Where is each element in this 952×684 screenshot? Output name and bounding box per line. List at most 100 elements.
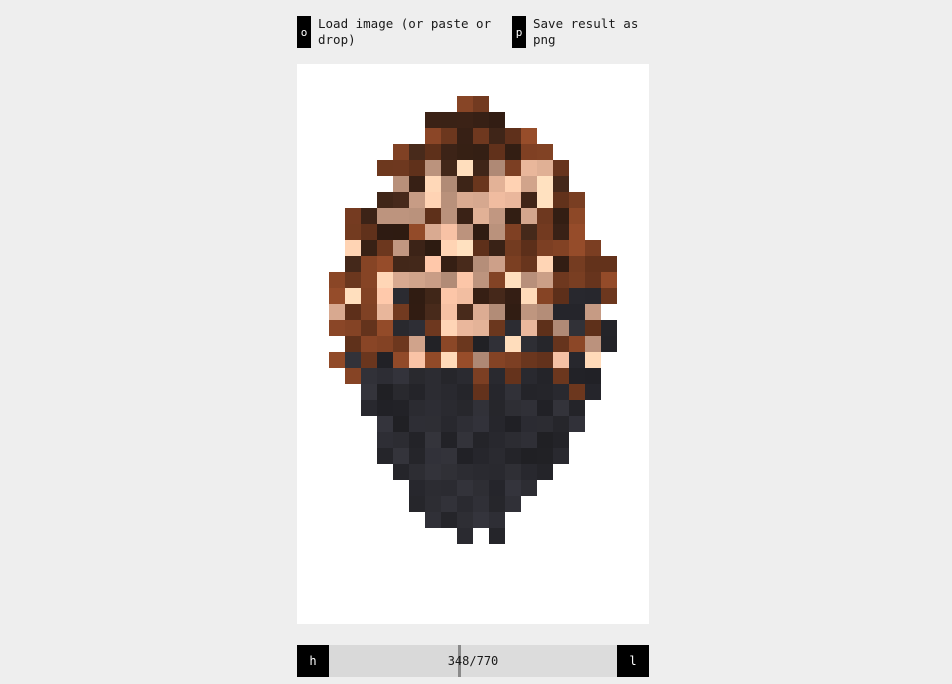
mosaic-tile [345, 320, 361, 336]
mosaic-tile [457, 512, 473, 528]
mosaic-tile [489, 352, 505, 368]
mosaic-tile [393, 176, 409, 192]
mosaic-tile [441, 320, 457, 336]
mosaic-tile [361, 304, 377, 320]
save-png-button[interactable]: p Save result as png [512, 16, 649, 48]
mosaic-tile [441, 480, 457, 496]
mosaic-tile [377, 224, 393, 240]
mosaic-tile [521, 368, 537, 384]
mosaic-tile [489, 272, 505, 288]
mosaic-tile [505, 128, 521, 144]
mosaic-tile [361, 336, 377, 352]
mosaic-tile [585, 256, 601, 272]
mosaic-tile [409, 304, 425, 320]
mosaic-tile [473, 496, 489, 512]
mosaic-tile [441, 384, 457, 400]
mosaic-tile [457, 144, 473, 160]
toolbar: o Load image (or paste or drop) p Save r… [297, 16, 649, 48]
mosaic-tile [505, 384, 521, 400]
mosaic-tile [489, 384, 505, 400]
mosaic-tile [553, 320, 569, 336]
mosaic-tile [505, 352, 521, 368]
mosaic-tile [569, 400, 585, 416]
previous-frame-button[interactable]: h [297, 645, 329, 677]
slider-handle[interactable] [458, 645, 461, 677]
mosaic-tile [521, 272, 537, 288]
mosaic-tile [521, 208, 537, 224]
mosaic-tile [473, 288, 489, 304]
mosaic-tile [505, 400, 521, 416]
mosaic-tile [425, 112, 441, 128]
mosaic-tile [377, 368, 393, 384]
mosaic-tile [521, 320, 537, 336]
mosaic-tile [473, 432, 489, 448]
mosaic-tile [489, 144, 505, 160]
mosaic-tile [489, 112, 505, 128]
mosaic-tile [601, 320, 617, 336]
mosaic-tile [441, 208, 457, 224]
mosaic-tile [425, 400, 441, 416]
mosaic-tile [361, 256, 377, 272]
mosaic-tile [425, 448, 441, 464]
mosaic-tile [521, 176, 537, 192]
mosaic-tile [585, 336, 601, 352]
mosaic-tile [537, 256, 553, 272]
load-image-button[interactable]: o Load image (or paste or drop) [297, 16, 497, 48]
mosaic-tile [393, 416, 409, 432]
mosaic-tile [473, 384, 489, 400]
mosaic-tile [585, 288, 601, 304]
mosaic-tile [457, 96, 473, 112]
mosaic-tile [521, 304, 537, 320]
mosaic-tile [553, 352, 569, 368]
mosaic-tile [441, 432, 457, 448]
mosaic-tile [409, 336, 425, 352]
mosaic-tile [473, 160, 489, 176]
mosaic-tile [457, 448, 473, 464]
mosaic-tile [505, 272, 521, 288]
mosaic-tile [377, 336, 393, 352]
frame-slider[interactable]: 348/770 [329, 645, 617, 677]
mosaic-tile [361, 368, 377, 384]
mosaic-tile [377, 304, 393, 320]
mosaic-tile [489, 208, 505, 224]
mosaic-tile [505, 320, 521, 336]
mosaic-tile [569, 416, 585, 432]
mosaic-tile [489, 128, 505, 144]
mosaic-tile [505, 240, 521, 256]
mosaic-tile [393, 336, 409, 352]
mosaic-tile [569, 208, 585, 224]
load-image-label: Load image (or paste or drop) [318, 16, 492, 47]
mosaic-tile [457, 272, 473, 288]
mosaic-tile [441, 112, 457, 128]
mosaic-tile [553, 272, 569, 288]
mosaic-tile [345, 368, 361, 384]
result-canvas[interactable] [297, 64, 649, 624]
mosaic-tile [537, 384, 553, 400]
mosaic-tile [425, 128, 441, 144]
mosaic-tile [473, 304, 489, 320]
mosaic-tile [505, 480, 521, 496]
mosaic-tile [537, 336, 553, 352]
mosaic-tile [489, 512, 505, 528]
next-frame-button[interactable]: l [617, 645, 649, 677]
mosaic-tile [409, 208, 425, 224]
mosaic-tile [393, 432, 409, 448]
mosaic-tile [537, 464, 553, 480]
mosaic-tile [409, 192, 425, 208]
mosaic-tile [569, 240, 585, 256]
mosaic-tile [441, 144, 457, 160]
mosaic-tile [489, 304, 505, 320]
mosaic-tile [569, 192, 585, 208]
mosaic-tile [489, 320, 505, 336]
mosaic-tile [425, 240, 441, 256]
mosaic-tile [441, 464, 457, 480]
mosaic-tile [473, 208, 489, 224]
mosaic-tile [537, 240, 553, 256]
mosaic-tile [329, 352, 345, 368]
mosaic-tile [393, 144, 409, 160]
mosaic-tile [441, 272, 457, 288]
mosaic-tile [521, 224, 537, 240]
mosaic-tile [489, 336, 505, 352]
mosaic-tile [425, 304, 441, 320]
mosaic-tile [537, 272, 553, 288]
